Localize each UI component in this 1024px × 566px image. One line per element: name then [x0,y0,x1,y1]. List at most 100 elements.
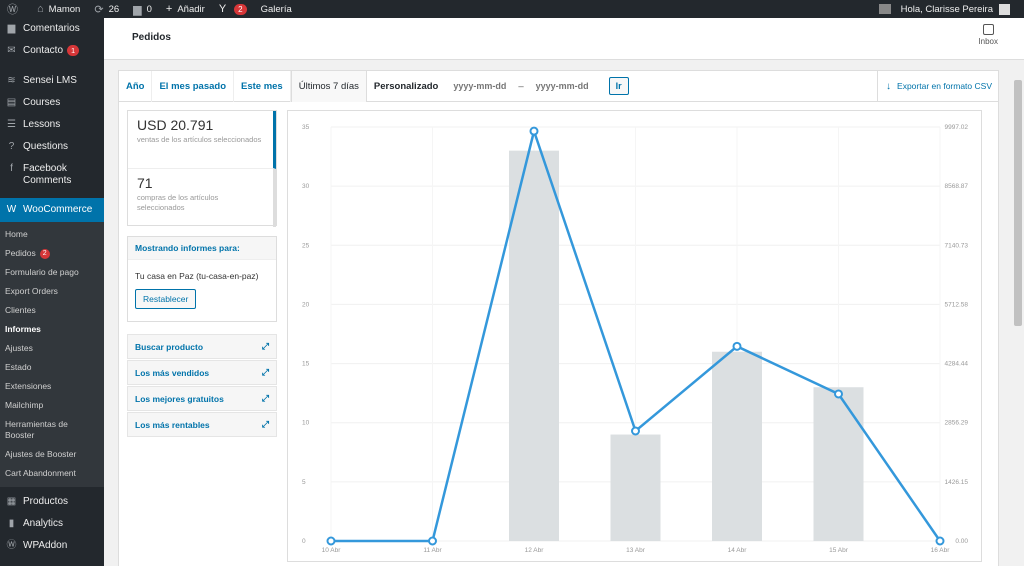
admin-sidebar: ▆ Comentarios ✉ Contacto 1 ≋ Sensei LMS ▤ Cou… [0,18,104,566]
bar [509,150,559,541]
widget-search-product[interactable]: Buscar producto ⤢ [127,334,277,359]
widgets: Buscar producto ⤢ Los más vendidos ⤢ Los m… [127,334,277,438]
widget-label: Buscar producto [135,341,204,352]
line-point [631,426,640,436]
expand-icon[interactable]: ⤢ [262,367,269,378]
y-tick-right: 4284.44 [945,361,969,368]
home-icon: ⌂ [37,3,44,15]
expand-icon[interactable]: ⤢ [262,419,269,430]
inbox-button[interactable]: Inbox [978,24,998,46]
updates-menu[interactable]: ⟳ 26 [87,0,126,18]
menu-woocommerce[interactable]: W WooCommerce [0,198,104,222]
menu-contacto[interactable]: ✉ Contacto 1 [0,40,104,62]
submenu-cart[interactable]: Cart Abandonment [0,464,104,483]
avatar[interactable] [999,3,1010,15]
submenu-label: Estado [5,362,32,372]
orders-chart: 0 5 10 15 20 25 30 35 0.00 1426.15 2856.29 4284.44 5… [287,110,982,562]
submenu-clientes[interactable]: Clientes [0,301,104,320]
submenu-formulario[interactable]: Formulario de pago [0,263,104,282]
widget-label: Los mejores gratuitos [135,393,224,404]
comments-menu[interactable]: ▆ 0 [126,0,159,18]
submenu-estado[interactable]: Estado [0,358,104,377]
sales-value: USD 20.791 [137,117,214,133]
menu-productos[interactable]: ▦ Productos [0,491,104,513]
menu-wpaddon[interactable]: Ⓦ WPAddon [0,535,104,557]
list-icon: ☰ [7,118,16,130]
line-point [428,536,437,546]
widget-top-free[interactable]: Los mejores gratuitos ⤢ [127,386,277,411]
y-tick-left: 30 [302,183,310,190]
comments-count: 0 [146,3,152,15]
submenu-ajustes[interactable]: Ajustes [0,339,104,358]
date-to-input[interactable]: yyyy-mm-dd [528,81,597,91]
tab-this-month[interactable]: Este mes [234,70,291,102]
x-tick-label: 14 Abr [728,547,748,554]
tab-last-7-days[interactable]: Últimos 7 días [290,70,367,102]
menu-comentarios[interactable]: ▆ Comentarios [0,18,104,40]
menu-analytics[interactable]: ▮ Analytics [0,513,104,535]
y-tick-right: 2856.29 [945,420,969,427]
site-name: Mamon [48,3,81,15]
facebook-icon: f [10,162,13,174]
scrollbar-thumb[interactable] [1014,80,1022,326]
tab-year[interactable]: Año [119,70,153,102]
y-tick-right: 8568.87 [945,183,969,190]
submenu-export[interactable]: Export Orders [0,282,104,301]
submenu-extensiones[interactable]: Extensiones [0,377,104,396]
admin-bar: Ⓦ ⌂ Mamon ⟳ 26 ▆ 0 + Añadir Y2 Galería Hola,… [0,0,1024,18]
menu-label: Lessons [23,119,61,130]
submenu-label: Ajustes [5,343,33,353]
stat-sales[interactable]: USD 20.791 ventas de los artículos selec… [128,111,276,169]
submenu-informes[interactable]: Informes [0,320,104,339]
report-range-tabs: Año El mes pasado Este mes Últimos 7 día… [118,70,999,102]
submenu-herramientas[interactable]: Herramientas de Booster [0,415,104,445]
report-for-product: Tu casa en Paz (tu-casa-en-paz) [135,271,259,281]
line-point [935,536,945,546]
menu-facebook[interactable]: f Facebook Comments [0,158,104,192]
date-from-input[interactable]: yyyy-mm-dd [445,81,514,91]
menu-lessons[interactable]: ☰ Lessons [0,114,104,136]
purchases-value: 71 [137,175,153,191]
submenu-label: Formulario de pago [5,267,79,277]
gallery-label: Galería [260,3,292,15]
menu-sensei[interactable]: ≋ Sensei LMS [0,70,104,92]
report-for-title: Mostrando informes para: [128,237,276,260]
submenu-ajustes-booster[interactable]: Ajustes de Booster [0,445,104,464]
tab-last-month[interactable]: El mes pasado [152,70,234,102]
submenu-mailchimp[interactable]: Mailchimp [0,396,104,415]
menu-courses[interactable]: ▤ Courses [0,92,104,114]
menu-questions[interactable]: ? Questions [0,136,104,158]
print-icon[interactable] [878,4,891,14]
reset-button[interactable]: Restablecer [135,289,197,309]
add-new-menu[interactable]: + Añadir [159,0,212,18]
widget-top-sellers[interactable]: Los más vendidos ⤢ [127,360,277,385]
submenu-label: Informes [5,324,41,334]
y-tick-left: 20 [302,301,310,308]
account-greeting[interactable]: Hola, Clarisse Pereira [901,4,993,15]
yoast-menu[interactable]: Y2 [212,0,254,18]
tab-custom[interactable]: Personalizado [367,71,445,102]
x-tick-label: 10 Abr [322,547,342,554]
gallery-menu[interactable]: Galería [254,0,299,18]
add-label: Añadir [177,3,205,15]
submenu-pedidos[interactable]: Pedidos 2 [0,244,104,263]
export-csv-button[interactable]: ↓ Exportar en formato CSV [877,70,998,102]
submenu-label: Mailchimp [5,400,44,410]
widget-top-earners[interactable]: Los más rentables ⤢ [127,412,277,437]
submenu-home[interactable]: Home [0,225,104,244]
expand-icon[interactable]: ⤢ [262,341,269,352]
expand-icon[interactable]: ⤢ [262,393,269,404]
report-panel: USD 20.791 ventas de los artículos selec… [118,102,999,566]
wp-logo-menu[interactable]: Ⓦ [0,0,30,18]
stat-purchases[interactable]: 71 compras de los artículos seleccionado… [128,169,276,227]
date-separator: – [518,80,524,92]
page-header: Pedidos Inbox [104,18,1024,60]
y-tick-left: 25 [302,242,310,249]
report-for-box: Mostrando informes para: Tu casa en Paz … [127,236,277,322]
inbox-label: Inbox [978,37,998,46]
site-name-menu[interactable]: ⌂ Mamon [30,0,87,18]
go-button[interactable]: Ir [608,77,629,95]
chart-svg: 0 5 10 15 20 25 30 35 0.00 1426.15 2856.29 4284.44 5… [302,124,969,554]
x-tick-label: 16 Abr [931,547,951,554]
page-scrollbar[interactable] [1012,60,1024,566]
